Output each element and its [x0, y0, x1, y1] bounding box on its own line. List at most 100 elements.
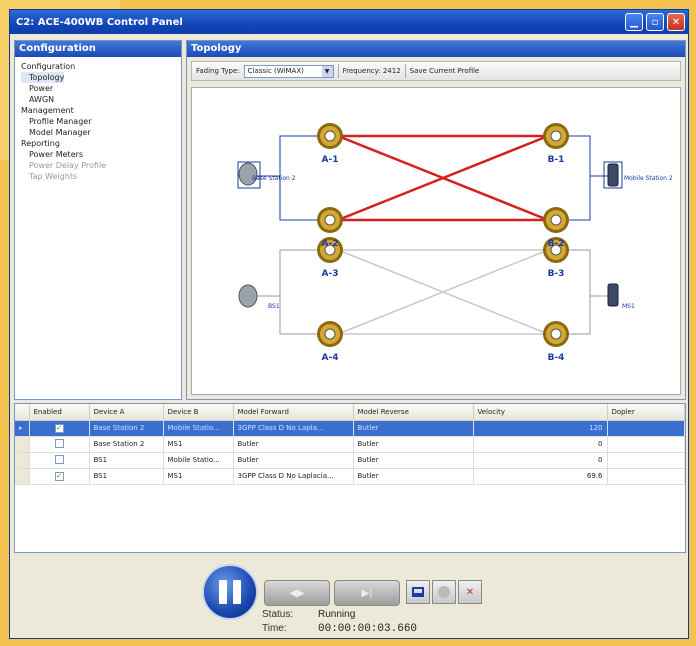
col-device-a[interactable]: Device A [89, 404, 164, 421]
active-links [337, 134, 549, 222]
tree-item[interactable]: Profile Manager [21, 117, 91, 126]
cell-model-reverse[interactable]: Butler [353, 468, 474, 485]
row-header[interactable]: ▸ [15, 420, 30, 437]
cell-model-forward[interactable]: 3GPP Class D No Laplacia... [233, 468, 354, 485]
empty-cell [607, 500, 685, 516]
connector-b2-icon[interactable] [543, 207, 569, 233]
minimize-icon[interactable]: ▁ [625, 13, 643, 31]
cell-model-reverse[interactable]: Butler [353, 452, 474, 469]
cell-device-b[interactable]: MS1 [163, 468, 234, 485]
enabled-checkbox[interactable] [54, 454, 64, 464]
record-button[interactable] [432, 580, 456, 604]
cell-dopler[interactable] [607, 420, 685, 437]
cell-device-b[interactable]: MS1 [163, 436, 234, 453]
cell-dopler[interactable] [607, 452, 685, 469]
topology-header: Topology [187, 41, 685, 57]
tree-item[interactable]: Model Manager [21, 128, 91, 137]
label-base-station-2: Base Station 2 [252, 175, 296, 182]
fading-type-select[interactable]: Classic (WiMAX) ▼ [243, 64, 334, 78]
clear-button[interactable]: ✕ [458, 580, 482, 604]
device-ms1[interactable] [607, 283, 619, 307]
device-bs1[interactable] [238, 284, 258, 308]
cell-velocity[interactable]: 120 [473, 420, 608, 437]
cell-enabled [29, 452, 90, 469]
cell-dopler[interactable] [607, 468, 685, 485]
config-tree: Configuration Topology Power AWGN Management… [15, 57, 181, 186]
empty-cell [233, 500, 353, 516]
empty-cell [163, 500, 233, 516]
tree-group[interactable]: Reporting [21, 138, 175, 149]
skip-button[interactable]: ▶| [334, 580, 400, 606]
col-model-forward[interactable]: Model Forward [233, 404, 354, 421]
toolbar-divider [404, 64, 406, 78]
cell-model-forward[interactable]: 3GPP Class D No Lapla... [233, 420, 354, 437]
maximize-icon[interactable]: ▫ [646, 13, 664, 31]
device-mobile-station-2[interactable] [603, 161, 623, 189]
fading-type-label: Fading Type: [196, 67, 240, 75]
window-title: C2: ACE-400WB Control Panel [16, 16, 183, 28]
cell-device-b[interactable]: Mobile Statio... [163, 452, 234, 469]
topology-canvas: A-1 A-2 A-3 A-4 B-1 B-2 B-3 B-4 Base Sta… [191, 87, 681, 395]
close-icon[interactable]: ✕ [667, 13, 685, 31]
save-profile-button[interactable]: Save Current Profile [410, 67, 480, 75]
tree-item[interactable]: Tap Weights [21, 172, 77, 181]
col-dopler[interactable]: Dopler [607, 404, 685, 421]
empty-cell [29, 484, 89, 500]
enabled-checkbox[interactable]: ✓ [54, 471, 64, 481]
connector-a4-icon[interactable] [317, 321, 343, 347]
col-velocity[interactable]: Velocity [473, 404, 608, 421]
table-row[interactable]: ✓ BS1 MS1 3GPP Class D No Laplacia... Butler… [15, 468, 685, 485]
empty-cell [29, 500, 89, 516]
label-b3: B-3 [548, 269, 565, 279]
row-header[interactable] [15, 452, 30, 469]
status-area: Status: Running Time: 00:00:00:03.660 [262, 608, 417, 636]
connector-b4-icon[interactable] [543, 321, 569, 347]
step-back-button[interactable]: ◀▶ [264, 580, 330, 606]
empty-cell [353, 484, 473, 500]
cell-model-forward[interactable]: Butler [233, 452, 354, 469]
tree-item[interactable]: Power Meters [21, 150, 83, 159]
cell-enabled: ✓ [29, 468, 90, 485]
col-enabled[interactable]: Enabled [29, 404, 90, 421]
tree-item[interactable]: Power [21, 84, 53, 93]
label-mobile-station-2: Mobile Station 2 [624, 175, 673, 182]
tree-group[interactable]: Management [21, 105, 175, 116]
table-row[interactable]: BS1 Mobile Statio... Butler Butler 0 [15, 452, 685, 469]
col-model-reverse[interactable]: Model Reverse [353, 404, 474, 421]
empty-cell [233, 484, 353, 500]
cell-velocity[interactable]: 0 [473, 452, 608, 469]
cell-device-a[interactable]: BS1 [89, 468, 164, 485]
cell-model-forward[interactable]: Butler [233, 436, 354, 453]
row-header[interactable] [15, 468, 30, 485]
enabled-checkbox[interactable] [54, 438, 64, 448]
cell-dopler[interactable] [607, 436, 685, 453]
empty-cell [163, 484, 233, 500]
col-device-b[interactable]: Device B [163, 404, 234, 421]
tree-item[interactable]: Power Delay Profile [21, 161, 106, 170]
table-row[interactable]: ▸ ✓ Base Station 2 Mobile Statio... 3GPP Cla… [15, 420, 685, 437]
fading-type-value: Classic (WiMAX) [247, 66, 304, 75]
cell-velocity[interactable]: 69.6 [473, 468, 608, 485]
cell-device-a[interactable]: Base Station 2 [89, 436, 164, 453]
topology-diagram: A-1 A-2 A-3 A-4 B-1 B-2 B-3 B-4 Base Sta… [237, 123, 673, 363]
cell-device-b[interactable]: Mobile Statio... [163, 420, 234, 437]
table-row[interactable]: Base Station 2 MS1 Butler Butler 0 [15, 436, 685, 453]
cell-model-reverse[interactable]: Butler [353, 436, 474, 453]
cell-device-a[interactable]: BS1 [89, 452, 164, 469]
enabled-checkbox[interactable]: ✓ [54, 423, 64, 433]
tree-item[interactable]: AWGN [21, 95, 54, 104]
chevron-down-icon[interactable]: ▼ [321, 65, 333, 77]
pause-icon-bar [233, 580, 241, 604]
connector-a2-icon[interactable] [317, 207, 343, 233]
stop-button[interactable] [406, 580, 430, 604]
bs1-frame [254, 249, 614, 335]
row-header[interactable] [15, 436, 30, 453]
pause-button[interactable] [202, 564, 258, 620]
tree-item[interactable]: Topology [21, 72, 65, 83]
cell-device-a[interactable]: Base Station 2 [89, 420, 164, 437]
tree-group[interactable]: Configuration [21, 61, 175, 72]
cell-model-reverse[interactable]: Butler [353, 420, 474, 437]
connector-a1-icon[interactable] [317, 123, 343, 149]
connector-b1-icon[interactable] [543, 123, 569, 149]
cell-velocity[interactable]: 0 [473, 436, 608, 453]
